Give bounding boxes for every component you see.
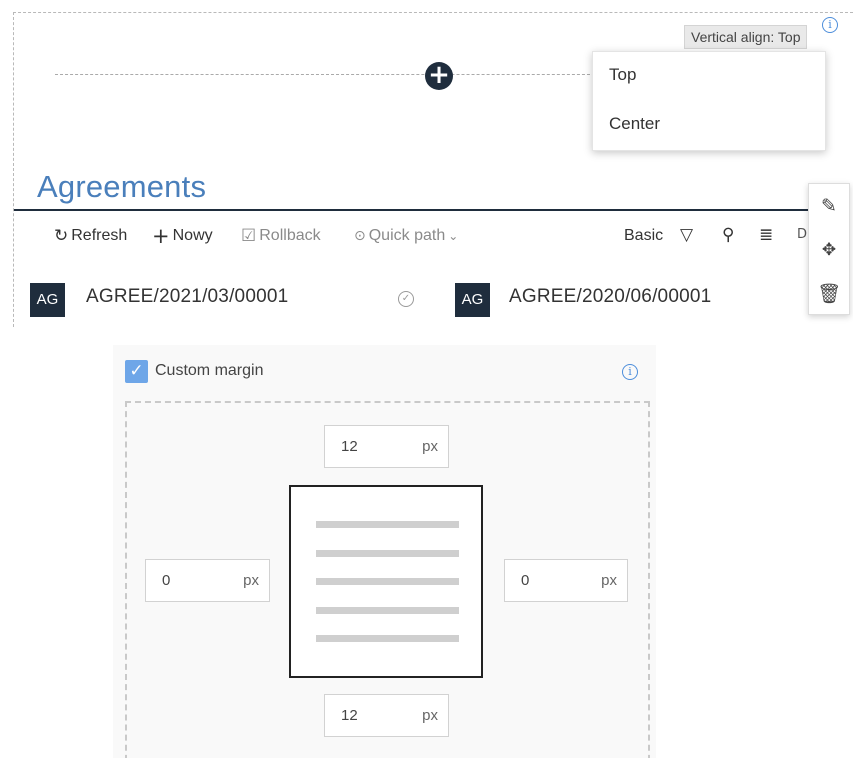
unit-label: px	[601, 572, 617, 589]
unit-label: px	[422, 438, 438, 455]
add-section-button[interactable]: +	[425, 62, 453, 90]
dropdown-option-center[interactable]: Center	[593, 101, 825, 150]
margin-top-value: 12	[341, 438, 358, 455]
avatar: AG	[455, 283, 490, 317]
rollback-label: Rollback	[259, 227, 321, 244]
new-button[interactable]: + Nowy	[152, 224, 213, 248]
search-icon[interactable]: ⚲	[722, 227, 734, 244]
layout-editor-panel: + Vertical align: Top Top Center Agreeme…	[13, 12, 853, 327]
plus-icon: +	[152, 224, 170, 248]
list-view-icon[interactable]: ≣	[759, 227, 773, 244]
trash-icon[interactable]: 🗑	[809, 272, 849, 316]
more-icon[interactable]: D	[797, 227, 807, 243]
custom-margin-label: Custom margin	[155, 362, 264, 379]
move-icon[interactable]: ✥	[809, 228, 849, 272]
section-divider-line	[55, 74, 600, 75]
info-icon[interactable]: i	[822, 17, 838, 33]
unit-label: px	[243, 572, 259, 589]
avatar: AG	[30, 283, 65, 317]
view-label: Basic	[624, 227, 664, 244]
margin-top-input[interactable]: 12 px	[324, 425, 449, 468]
refresh-button[interactable]: ↻ Refresh	[54, 227, 127, 245]
preview-line	[316, 550, 459, 557]
new-label: Nowy	[172, 227, 213, 244]
unit-label: px	[422, 707, 438, 724]
vertical-align-dropdown: Top Center	[592, 51, 826, 151]
refresh-icon: ↻	[54, 226, 69, 246]
custom-margin-panel: ✓ Custom margin i 12 px 0 px 0 px 12 px	[113, 345, 656, 758]
margin-right-value: 0	[521, 572, 530, 589]
element-toolbox: ✎ ✥ 🗑	[808, 183, 850, 315]
quick-path-label: Quick path	[368, 227, 446, 244]
list-toolbar: ↻ Refresh + Nowy ☑ Rollback ⊙ Quick path…	[14, 223, 814, 253]
page-title: Agreements	[37, 169, 207, 204]
preview-line	[316, 635, 459, 642]
preview-line	[316, 578, 459, 585]
custom-margin-checkbox[interactable]: ✓	[125, 360, 148, 383]
list-row[interactable]: AG AGREE/2021/03/00001 ✓ AG AGREE/2020/0…	[14, 279, 853, 319]
margin-right-input[interactable]: 0 px	[504, 559, 628, 602]
content-preview	[289, 485, 483, 678]
check-circle-icon: ✓	[398, 291, 414, 307]
margin-bottom-value: 12	[341, 707, 358, 724]
info-icon[interactable]: i	[622, 364, 638, 380]
margin-bottom-input[interactable]: 12 px	[324, 694, 449, 737]
vertical-align-button[interactable]: Vertical align: Top	[684, 25, 808, 49]
filter-icon[interactable]: ▽	[680, 227, 693, 244]
rollback-button[interactable]: ☑ Rollback	[241, 227, 321, 245]
record-id[interactable]: AGREE/2021/03/00001	[86, 286, 288, 308]
pencil-icon[interactable]: ✎	[809, 184, 849, 228]
margin-left-input[interactable]: 0 px	[145, 559, 270, 602]
title-underline	[14, 209, 814, 211]
record-id[interactable]: AGREE/2020/06/00001	[509, 286, 711, 308]
quick-path-button[interactable]: ⊙ Quick path ⌄	[354, 227, 458, 245]
chevron-down-icon: ⌄	[448, 229, 459, 243]
checkbox-icon: ☑	[241, 226, 257, 246]
preview-line	[316, 607, 459, 614]
dropdown-option-top[interactable]: Top	[593, 52, 825, 101]
refresh-label: Refresh	[71, 227, 128, 244]
preview-line	[316, 521, 459, 528]
circle-arrow-icon: ⊙	[354, 228, 366, 244]
margin-left-value: 0	[162, 572, 171, 589]
view-selector[interactable]: Basic	[624, 227, 663, 245]
